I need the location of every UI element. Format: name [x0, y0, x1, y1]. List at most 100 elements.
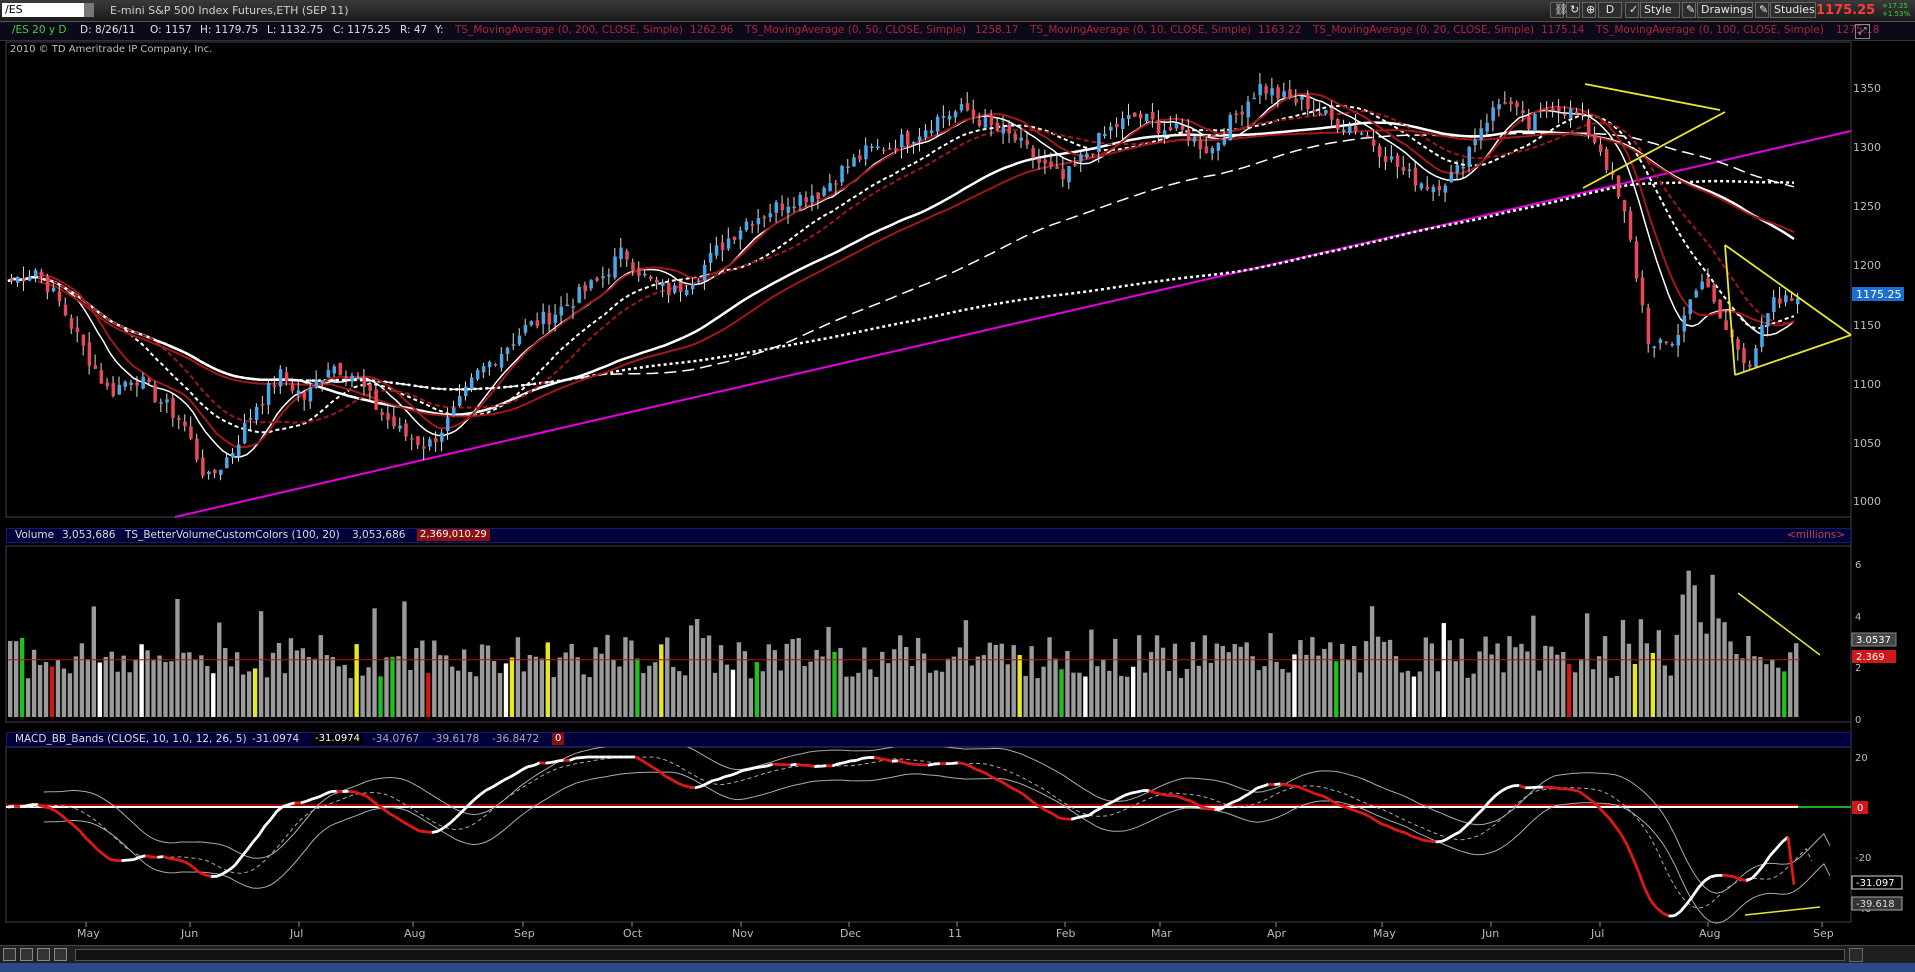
candle-body [1121, 118, 1125, 129]
volume-bar [796, 638, 801, 717]
macd-segment [127, 858, 134, 862]
candle-body [87, 342, 92, 366]
macd-panel-header: MACD_BB_Bands (CLOSE, 10, 1.0, 12, 26, 5… [6, 732, 1851, 747]
candle-body [696, 280, 701, 283]
volume-bar [694, 618, 700, 717]
macd-segment [1118, 793, 1126, 800]
macd-segment [43, 805, 51, 810]
macd-segment [1130, 790, 1138, 795]
candle-body [577, 286, 581, 303]
camera-icon[interactable] [37, 948, 50, 961]
time-label: 11 [948, 927, 962, 940]
macd-segment [796, 762, 803, 767]
volume-bar [1017, 655, 1022, 717]
volume-bar [330, 657, 335, 717]
macd-segment [1339, 804, 1347, 809]
ma100-line [7, 132, 1795, 391]
macd-segment [365, 794, 374, 802]
volume-bar [324, 655, 329, 717]
volume-bar [736, 642, 742, 717]
candle-body [1210, 147, 1215, 154]
candle-body [236, 444, 241, 457]
candle-body [368, 383, 372, 391]
volume-bar [617, 666, 622, 717]
volume-bar [199, 655, 204, 717]
macd-segment [1601, 810, 1610, 819]
volume-bar [55, 660, 61, 717]
macd-segment [1393, 827, 1401, 833]
volume-bar [742, 651, 748, 717]
volume-study-label[interactable]: TS_BetterVolumeCustomColors (100, 20) [125, 529, 340, 542]
macd-segment [927, 762, 935, 767]
candle-body [63, 304, 68, 316]
macd-segment [401, 820, 409, 827]
volume-bar [981, 655, 987, 717]
macd-segment [1148, 789, 1156, 795]
macd-segment [808, 764, 815, 768]
volume-bar [1746, 636, 1751, 717]
horizontal-scrollbar[interactable] [75, 949, 1845, 961]
time-label: Jul [1590, 927, 1604, 940]
candle-body [792, 206, 797, 209]
macd-segment [1369, 815, 1377, 822]
volume-bar [438, 655, 443, 717]
volume-bar [1363, 641, 1369, 717]
macd-segment [509, 772, 517, 779]
candle-body [1706, 278, 1710, 288]
macd-segment [1429, 839, 1436, 844]
candle-body [756, 218, 761, 225]
candle-body [702, 264, 707, 281]
candle-body [302, 392, 307, 400]
macd-segment [139, 854, 146, 859]
macd-label[interactable]: MACD_BB_Bands (CLOSE, 10, 1.0, 12, 26, 5… [15, 733, 247, 746]
candle-body [750, 224, 755, 226]
macd-segment [359, 792, 367, 798]
macd-segment [204, 873, 212, 878]
candle-body [469, 377, 474, 390]
volume-bar [1136, 635, 1142, 717]
candle-body [655, 279, 659, 283]
grid-icon[interactable] [3, 948, 16, 961]
macd-segment [1441, 837, 1449, 843]
macd-segment [96, 848, 105, 856]
volume-bar [557, 657, 562, 717]
volume-bar [13, 641, 19, 717]
volume-bar [408, 669, 413, 717]
candle-body [1682, 315, 1687, 332]
macd-segment [1243, 791, 1252, 798]
volume-bar [808, 661, 813, 717]
candle-body [248, 418, 253, 420]
volume-tick: 4 [1855, 612, 1861, 623]
candle-body [446, 417, 450, 431]
macd-segment [1082, 813, 1090, 818]
scroll-right-button[interactable] [1849, 948, 1863, 962]
candle-body [1216, 142, 1221, 151]
macd-segment [986, 773, 995, 780]
candle-body [523, 325, 528, 333]
volume-bar [1429, 643, 1435, 717]
volume-bar [1256, 670, 1261, 717]
volume-label[interactable]: Volume [15, 529, 54, 542]
candle-body [1658, 339, 1663, 344]
time-axis: May Jun Jul Aug Sep Oct Nov Dec 11 Feb Mar Apr May Ju… [77, 922, 1834, 940]
candle-body [1103, 134, 1107, 137]
draw-line-icon[interactable] [54, 948, 67, 961]
volume-bar [1035, 678, 1040, 717]
time-label: Jun [1481, 927, 1499, 940]
candle-body [1592, 133, 1597, 143]
volume-bar [1602, 636, 1608, 717]
macd-segment [473, 793, 481, 801]
candle-body [1718, 299, 1722, 319]
volume-bar [1268, 633, 1273, 717]
macd-segment [885, 758, 893, 763]
macd-segment [1040, 806, 1049, 813]
candle-body [1049, 161, 1053, 167]
volume-bar [73, 656, 79, 717]
settings-icon[interactable] [20, 948, 33, 961]
macd-segment [1584, 794, 1592, 802]
macd-segment [694, 785, 702, 790]
macd-upper-band: -34.0767 [372, 733, 420, 745]
candle-body [1652, 346, 1657, 348]
chart-canvas[interactable]: 1350 1300 1250 1200 1150 1100 1050 1000 … [0, 0, 1915, 972]
macd-value: -31.0974 [252, 733, 300, 745]
